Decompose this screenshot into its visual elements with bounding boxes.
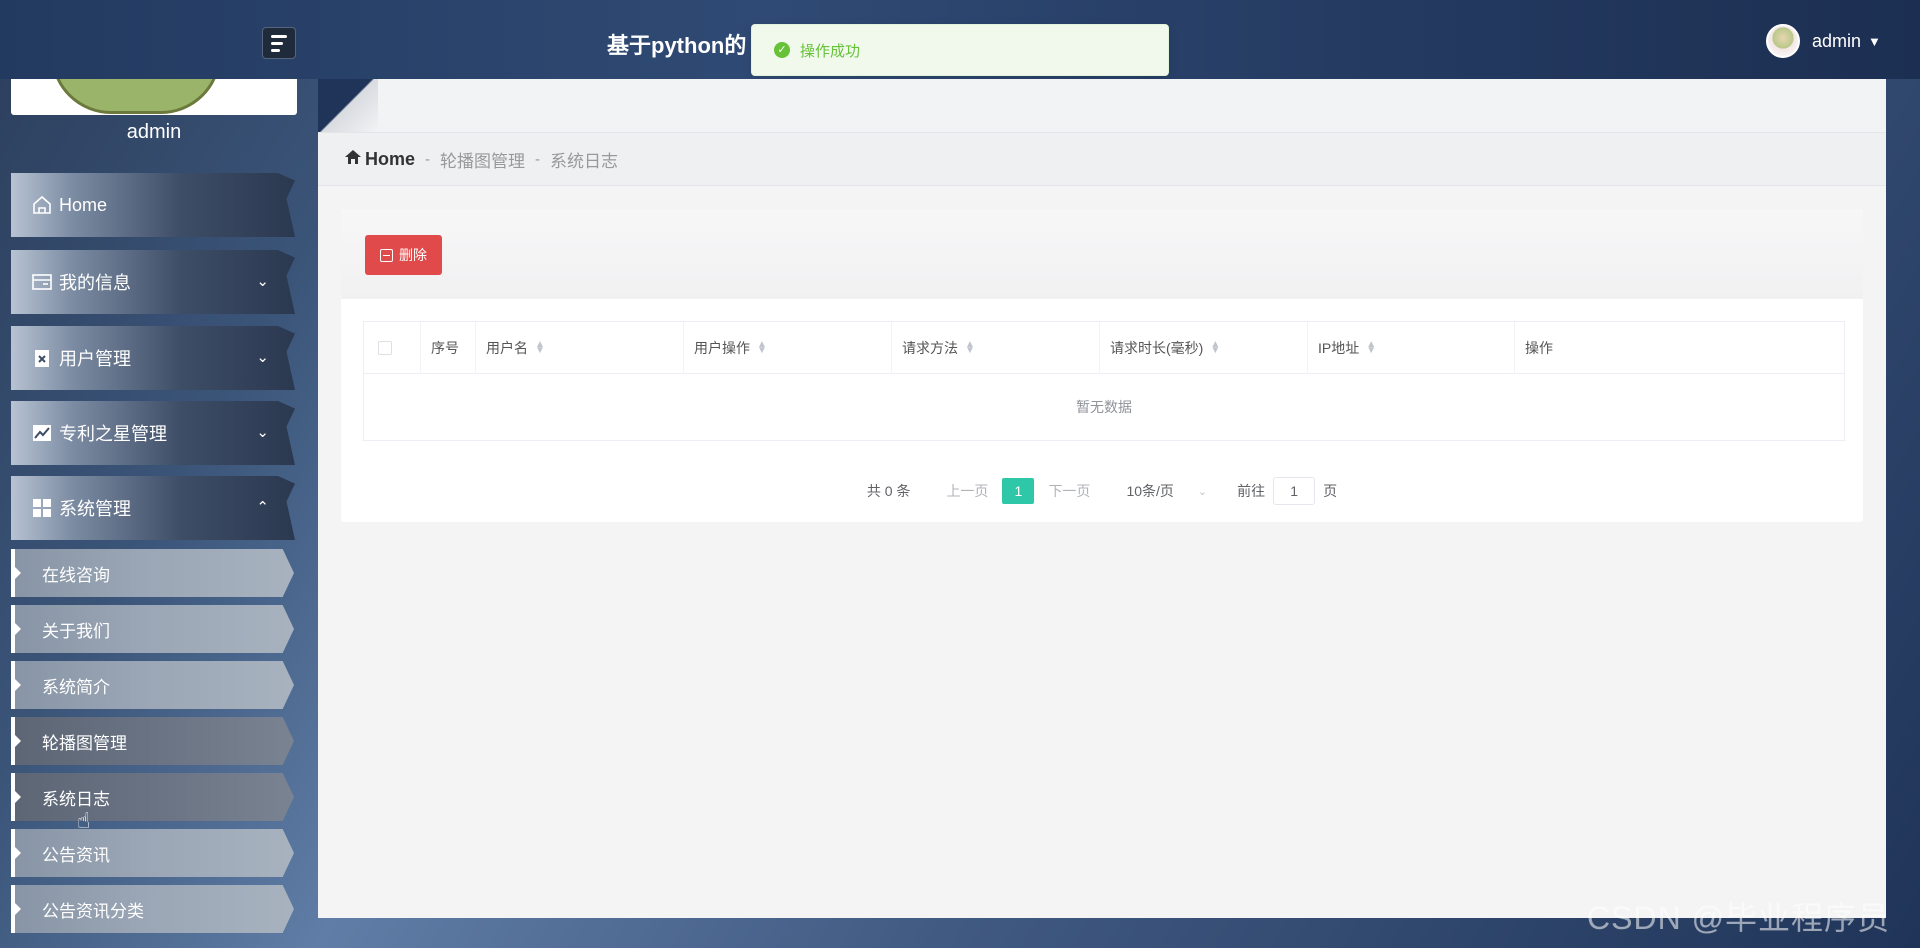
delete-button-label: 删除 (399, 247, 427, 263)
watermark: CSDN @毕业程序员 (1587, 900, 1891, 936)
profile-avatar (11, 79, 297, 115)
sort-icon[interactable]: ▲ ▼ (757, 339, 767, 355)
menu-toggle-icon[interactable] (262, 27, 296, 59)
subitem-about-us[interactable]: 关于我们 (11, 605, 294, 653)
home-icon (31, 194, 53, 216)
subitem-carousel-mgmt[interactable]: 轮播图管理 (11, 717, 294, 765)
goto-unit: 页 (1323, 483, 1338, 499)
sidebar-item-label: 系统管理 (59, 499, 131, 519)
sidebar: admin Home 我的信息 ⌄ 用户管理 ⌄ 专利之星管理 ⌄ 系统管理 ⌃ (0, 79, 318, 948)
goto-page-input[interactable]: 1 (1273, 477, 1316, 505)
breadcrumb: Home - 轮播图管理 - 系统日志 (318, 132, 1886, 186)
sort-icon[interactable]: ▲ ▼ (1366, 339, 1376, 355)
breadcrumb-separator: - (425, 150, 431, 168)
avatar (1766, 24, 1800, 58)
subitem-label: 系统日志 (42, 789, 110, 809)
chevron-down-icon: ⌄ (256, 424, 269, 441)
subitem-announcements[interactable]: 公告资讯 (11, 829, 294, 877)
subitem-label: 公告资讯分类 (42, 901, 144, 921)
subitem-system-intro[interactable]: 系统简介 (11, 661, 294, 709)
breadcrumb-home[interactable]: Home (365, 149, 415, 170)
log-table: 序号 用户名 ▲ ▼ 用户操作 ▲ ▼ 请求方法 ▲ ▼ 请求时长(毫秒) ▲ ▼ IP地址 ▲ ▼… (363, 321, 1845, 441)
goto-label: 前往 (1237, 483, 1266, 499)
check-circle-icon: ✓ (774, 42, 790, 58)
sidebar-item-label: 我的信息 (59, 273, 131, 293)
user-name: admin (1812, 30, 1862, 51)
id-card-icon (31, 271, 53, 293)
breadcrumb-current: 系统日志 (550, 151, 619, 171)
success-toast: ✓ 操作成功 (751, 24, 1169, 76)
sidebar-item-label: 专利之星管理 (59, 424, 167, 444)
chevron-down-icon: ⌄ (1197, 485, 1208, 498)
content-panel: 删除 序号 用户名 ▲ ▼ 用户操作 ▲ ▼ 请求方法 ▲ ▼ 请求时长(毫秒) ▲ ▼ IP地… (341, 209, 1863, 522)
sidebar-item-user-mgmt[interactable]: 用户管理 ⌄ (11, 326, 295, 390)
caret-down-icon: ▼ (1868, 33, 1881, 49)
sidebar-item-system-mgmt[interactable]: 系统管理 ⌃ (11, 476, 295, 540)
chart-icon (31, 422, 53, 444)
sidebar-item-label: 用户管理 (59, 349, 131, 369)
delete-button[interactable]: 删除 (365, 235, 442, 275)
chevron-down-icon: ⌄ (256, 273, 269, 290)
select-all-cell (364, 321, 421, 374)
subitem-system-log[interactable]: 系统日志 (11, 773, 294, 821)
toast-message: 操作成功 (800, 42, 861, 60)
main-top-strip (318, 79, 1886, 132)
app-title: 基于python的 (607, 33, 747, 58)
pagination-total: 共 0 条 (866, 483, 911, 499)
subitem-label: 公告资讯 (42, 845, 110, 865)
profile-name: admin (126, 121, 182, 143)
sort-icon[interactable]: ▲ ▼ (1210, 339, 1220, 355)
subitem-announcement-category[interactable]: 公告资讯分类 (11, 885, 294, 933)
subitem-label: 在线咨询 (42, 565, 110, 585)
sidebar-item-home[interactable]: Home (11, 173, 295, 237)
table-header: 序号 用户名 ▲ ▼ 用户操作 ▲ ▼ 请求方法 ▲ ▼ 请求时长(毫秒) ▲ ▼ IP地址 ▲ ▼… (364, 321, 1844, 374)
subitem-label: 系统简介 (42, 677, 110, 697)
page-size-select[interactable]: 10条/页 ⌄ (1126, 481, 1207, 501)
page-size-value: 10条/页 (1126, 483, 1174, 499)
subitem-label: 轮播图管理 (42, 733, 127, 753)
empty-state: 暂无数据 (1076, 399, 1132, 415)
goto-page: 前往 1 页 (1237, 477, 1337, 505)
subitem-label: 关于我们 (42, 621, 110, 641)
subitem-online-consult[interactable]: 在线咨询 (11, 549, 294, 597)
chevron-down-icon: ⌄ (256, 349, 269, 366)
pagination: 共 0 条 上一页 1 下一页 10条/页 ⌄ 前往 1 页 (341, 477, 1863, 505)
toolbar: 删除 (341, 209, 1863, 299)
breadcrumb-carousel[interactable]: 轮播图管理 (440, 147, 525, 172)
next-page-button[interactable]: 下一页 (1048, 481, 1090, 501)
clipboard-icon (31, 347, 53, 369)
page-number-current[interactable]: 1 (1002, 478, 1035, 504)
breadcrumb-separator: - (535, 150, 541, 168)
mouse-cursor-icon: ☝ (77, 808, 91, 833)
sort-icon[interactable]: ▲ ▼ (535, 339, 545, 355)
grid-icon (31, 497, 53, 519)
col-ip-address[interactable]: IP地址 ▲ ▼ (1308, 321, 1515, 374)
col-request-duration[interactable]: 请求时长(毫秒) ▲ ▼ (1100, 321, 1308, 374)
select-all-checkbox[interactable] (378, 340, 392, 355)
sidebar-item-patent-star[interactable]: 专利之星管理 ⌄ (11, 401, 295, 465)
prev-page-button[interactable]: 上一页 (946, 481, 988, 501)
minus-square-icon (380, 248, 393, 262)
sidebar-item-my-info[interactable]: 我的信息 ⌄ (11, 250, 295, 314)
col-request-method[interactable]: 请求方法 ▲ ▼ (892, 321, 1100, 374)
sort-icon[interactable]: ▲ ▼ (965, 339, 975, 355)
col-username[interactable]: 用户名 ▲ ▼ (476, 321, 684, 374)
main-content: Home - 轮播图管理 - 系统日志 删除 序号 用户名 ▲ ▼ 用户操作 ▲ ▼ 请… (318, 79, 1886, 918)
col-index: 序号 (421, 321, 476, 374)
col-user-action[interactable]: 用户操作 ▲ ▼ (684, 321, 892, 374)
home-icon (345, 150, 361, 168)
chevron-up-icon: ⌃ (256, 499, 269, 516)
user-menu[interactable]: admin ▼ (1766, 24, 1881, 58)
sidebar-item-label: Home (59, 194, 108, 215)
col-actions: 操作 (1525, 339, 1553, 356)
